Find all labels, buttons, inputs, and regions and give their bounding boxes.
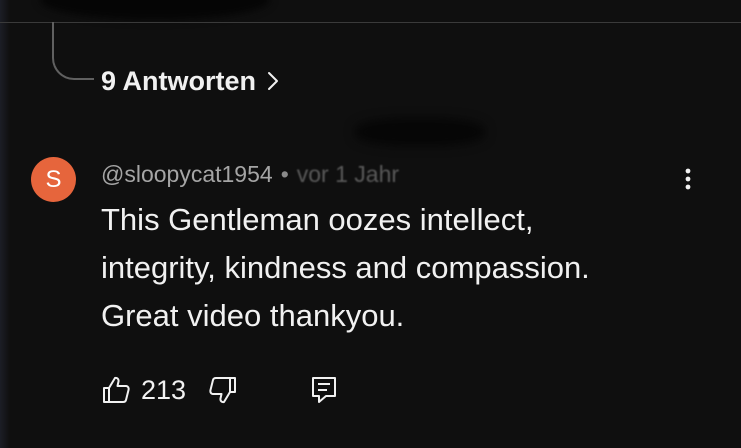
redacted-area-top — [40, 0, 270, 20]
thumb-up-icon — [101, 375, 131, 405]
meta-separator: • — [280, 160, 289, 187]
like-button[interactable]: 213 — [101, 375, 186, 406]
dislike-button[interactable] — [208, 375, 238, 405]
divider — [0, 22, 741, 23]
comment-text-line: integrity, kindness and compassion. — [101, 250, 590, 285]
comment-timestamp: vor 1 Jahr — [296, 160, 400, 187]
comment-text-line: Great video thankyou. — [101, 298, 405, 333]
redacted-area-middle — [355, 118, 485, 146]
left-edge-shadow — [0, 0, 10, 448]
chevron-right-icon — [266, 70, 280, 92]
comment-text: This Gentleman oozes intellect, integrit… — [101, 196, 701, 340]
comment-text-line: This Gentleman oozes intellect, — [101, 202, 534, 237]
comment-author[interactable]: @sloopycat1954 — [101, 161, 273, 188]
replies-count-label: 9 Antworten — [101, 65, 256, 96]
reply-button[interactable] — [310, 375, 338, 405]
thread-connector-line — [52, 22, 94, 80]
comment-thread-view: 9 Antworten S @sloopycat1954 • vor 1 Jah… — [0, 0, 741, 448]
view-replies-button[interactable]: 9 Antworten — [101, 62, 280, 100]
like-count: 213 — [141, 374, 187, 405]
thumb-down-icon — [208, 375, 238, 405]
avatar[interactable]: S — [31, 157, 76, 202]
comment-meta: @sloopycat1954 • vor 1 Jahr — [101, 158, 399, 190]
comment-actions: 213 — [101, 368, 338, 412]
avatar-letter: S — [45, 165, 62, 193]
reply-comment-icon — [310, 375, 338, 405]
more-vert-icon[interactable] — [676, 164, 700, 194]
